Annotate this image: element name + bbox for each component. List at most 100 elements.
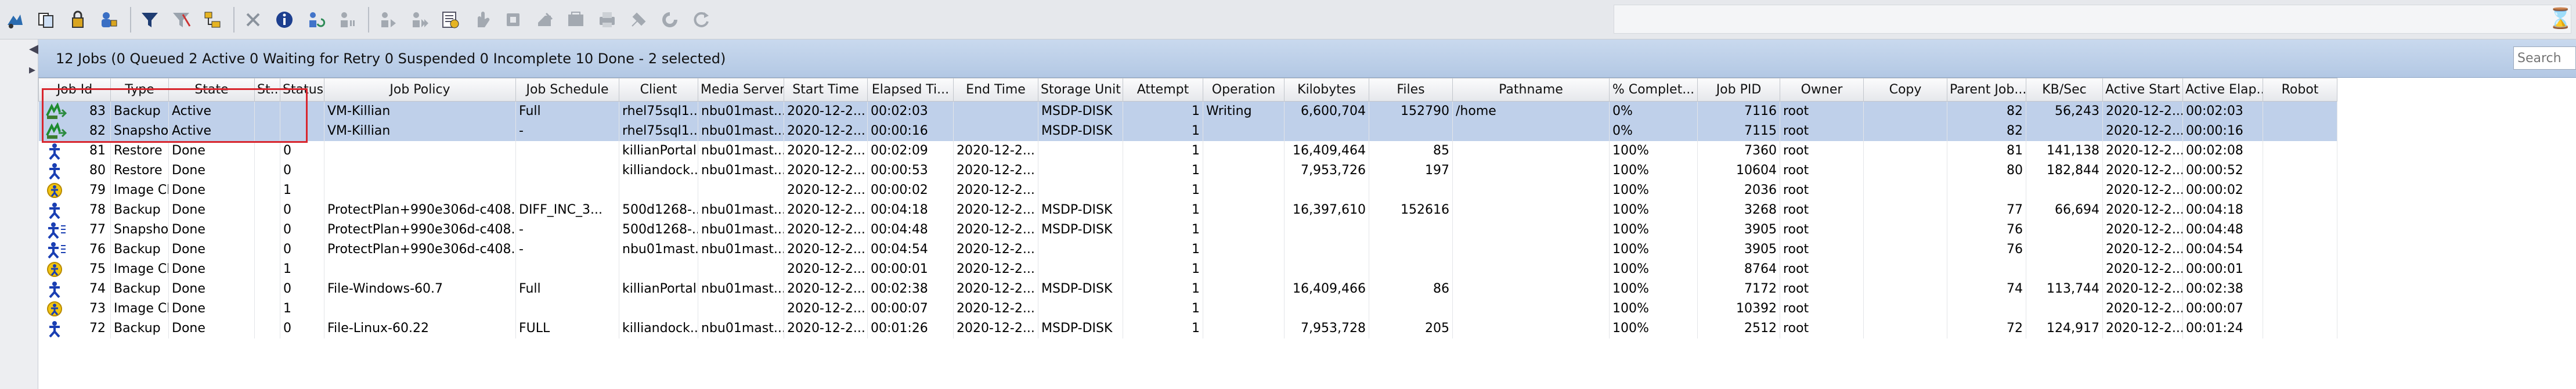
cell-parent-job: 80 — [1947, 161, 2026, 181]
cell-type: Restore — [110, 141, 169, 161]
table-row[interactable]: 76 Backup Done 0 ProtectPlan+990e306d-c408..… — [38, 240, 2337, 260]
cell-job-schedule: DIFF_INC_3... — [515, 200, 619, 220]
cell-owner: root — [1780, 200, 1864, 220]
resume-all-icon[interactable] — [407, 8, 431, 31]
column-header-st[interactable]: St... — [254, 78, 280, 102]
cell-attempt: 1 — [1123, 260, 1203, 279]
column-header-job-policy[interactable]: Job Policy — [324, 78, 516, 102]
cell-pathname — [1452, 319, 1610, 338]
job-id-text: 81 — [89, 143, 106, 158]
column-header-elapsed-time[interactable]: Elapsed Ti... — [867, 78, 954, 102]
table-row[interactable]: 81 Restore Done 0 killianPortal nbu01mast... 2… — [38, 141, 2337, 161]
table-row[interactable]: 74 Backup Done 0 File-Windows-60.7 Full killia… — [38, 279, 2337, 299]
collapse-down-arrow-icon[interactable]: ▸ — [29, 63, 35, 77]
cancel-icon[interactable] — [241, 8, 265, 31]
search-input[interactable] — [2513, 46, 2576, 70]
column-header-attempt[interactable]: Attempt — [1123, 78, 1203, 102]
column-header-type[interactable]: Type — [110, 78, 169, 102]
column-header-parent-job[interactable]: Parent Job... — [1947, 78, 2026, 102]
cell-elapsed-time: 00:00:02 — [867, 181, 954, 200]
cell-status: 1 — [280, 299, 324, 319]
cell-active-elapsed: 00:04:48 — [2182, 220, 2263, 240]
cell-client: killianPortal — [619, 279, 698, 299]
collapse-up-arrow-icon[interactable]: ◀ — [29, 42, 39, 56]
column-header-client[interactable]: Client — [619, 78, 698, 102]
cell-attempt: 1 — [1123, 240, 1203, 260]
column-header-percent-complete[interactable]: % Complet... — [1609, 78, 1698, 102]
column-header-storage-unit[interactable]: Storage Unit — [1038, 78, 1123, 102]
cell-client: rhel75sql1... — [619, 121, 698, 141]
cell-operation — [1203, 220, 1285, 240]
export-icon[interactable] — [596, 8, 619, 31]
cell-attempt: 1 — [1123, 200, 1203, 220]
cell-st — [254, 121, 280, 141]
column-header-owner[interactable]: Owner — [1780, 78, 1864, 102]
deactivate-icon[interactable] — [564, 8, 587, 31]
clear-filter-icon[interactable] — [169, 8, 193, 31]
column-header-active-start[interactable]: Active Start — [2102, 78, 2183, 102]
column-header-start-time[interactable]: Start Time — [784, 78, 868, 102]
table-row[interactable]: 78 Backup Done 0 ProtectPlan+990e306d-c408..… — [38, 200, 2337, 220]
hand-icon[interactable] — [470, 8, 493, 31]
column-header-operation[interactable]: Operation — [1203, 78, 1285, 102]
cell-owner: root — [1780, 101, 1864, 121]
restart-icon[interactable] — [304, 8, 327, 31]
table-row[interactable]: 83 Backup Active VM-Killian Full rhel75sql1..… — [38, 101, 2337, 121]
job-id-text: 74 — [89, 282, 106, 296]
cell-job-pid: 7116 — [1697, 101, 1780, 121]
jobs-summary-bar: 12 Jobs (0 Queued 2 Active 0 Waiting for… — [38, 39, 2576, 78]
table-row[interactable]: 82 Snapshot Active VM-Killian - rhel75sql1...… — [38, 121, 2337, 141]
column-header-active-elapsed[interactable]: Active Elap... — [2182, 78, 2263, 102]
column-header-state[interactable]: State — [168, 78, 255, 102]
cell-kb-per-sec — [2026, 121, 2103, 141]
column-header-kilobytes[interactable]: Kilobytes — [1284, 78, 1369, 102]
stop-icon[interactable] — [502, 8, 525, 31]
cell-copy — [1863, 260, 1947, 279]
cell-job-id: 82 — [38, 121, 111, 141]
cell-kb-per-sec — [2026, 220, 2103, 240]
delete-icon[interactable] — [533, 8, 556, 31]
cell-operation — [1203, 319, 1285, 338]
cell-st — [254, 161, 280, 181]
cell-start-time: 2020-12-2... — [784, 299, 868, 319]
table-row[interactable]: 73Image Cle...Done12020-12-2...00:00:072… — [38, 299, 2337, 319]
table-row[interactable]: 80 Restore Done 0 killiandock... nbu01mast...… — [38, 161, 2337, 181]
column-header-job-pid[interactable]: Job PID — [1697, 78, 1780, 102]
column-header-end-time[interactable]: End Time — [953, 78, 1038, 102]
cell-active-elapsed: 00:02:03 — [2182, 101, 2263, 121]
table-row[interactable]: 79Image Cle...Done12020-12-2...00:00:022… — [38, 181, 2337, 200]
table-row[interactable]: 77 Snapshot Done 0 ProtectPlan+990e306d-c408… — [38, 220, 2337, 240]
jobs-manage-icon[interactable] — [3, 8, 27, 31]
column-header-job-schedule[interactable]: Job Schedule — [515, 78, 619, 102]
column-header-files[interactable]: Files — [1369, 78, 1453, 102]
cell-job-schedule — [515, 181, 619, 200]
tree-icon[interactable] — [201, 8, 224, 31]
table-row[interactable]: 75Image Cle...Done12020-12-2...00:00:012… — [38, 260, 2337, 279]
resume-icon[interactable] — [376, 8, 399, 31]
column-header-media-server[interactable]: Media Server — [698, 78, 784, 102]
cell-client: rhel75sql1... — [619, 101, 698, 121]
column-header-kb-per-sec[interactable]: KB/Sec — [2026, 78, 2103, 102]
left-collapse-strip[interactable]: ◀ ▸ — [0, 39, 39, 389]
table-row[interactable]: 72 Backup Done 0 File-Linux-60.22 FULL killian… — [38, 319, 2337, 338]
info-icon[interactable] — [273, 8, 296, 31]
cell-operation — [1203, 121, 1285, 141]
column-header-copy[interactable]: Copy — [1863, 78, 1947, 102]
column-header-pathname[interactable]: Pathname — [1452, 78, 1610, 102]
user-lock-icon[interactable] — [98, 8, 121, 31]
column-header-robot[interactable]: Robot — [2263, 78, 2337, 102]
print-icon[interactable] — [627, 8, 650, 31]
tools-icon[interactable] — [658, 8, 681, 31]
copy-icon[interactable] — [35, 8, 58, 31]
column-header-job-id[interactable]: Job Id — [38, 78, 111, 102]
cell-client: 500d1268-... — [619, 220, 698, 240]
column-header-status[interactable]: Status — [280, 78, 324, 102]
cell-kilobytes — [1284, 240, 1369, 260]
cell-robot — [2263, 181, 2337, 200]
filter-icon[interactable] — [138, 8, 161, 31]
jobs-table-container: Job Id Type State St... Status Job Policy Job … — [38, 78, 2576, 389]
suspend-icon[interactable] — [335, 8, 359, 31]
lock-icon[interactable] — [66, 8, 89, 31]
detail-icon[interactable] — [439, 8, 462, 31]
refresh-icon[interactable] — [690, 8, 713, 31]
